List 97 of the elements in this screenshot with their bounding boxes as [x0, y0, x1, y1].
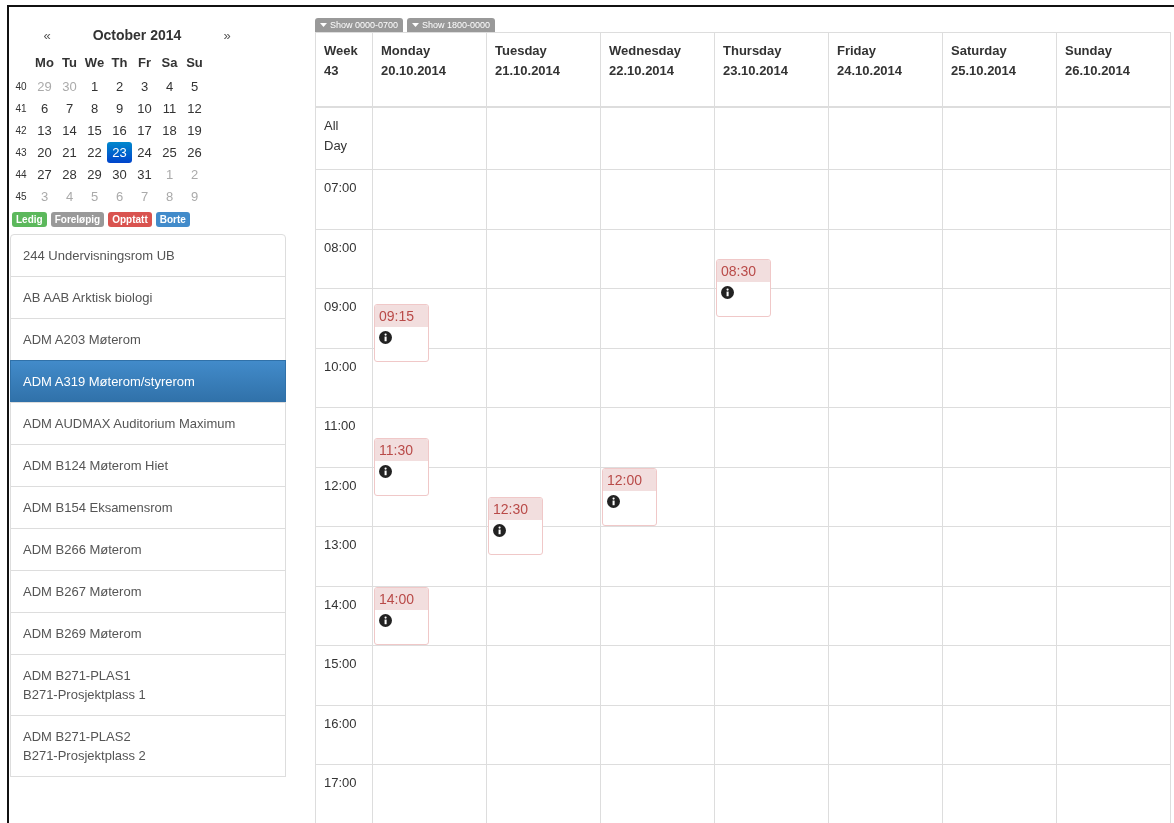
hour-label: 14:00 [316, 586, 373, 646]
info-icon[interactable] [721, 286, 734, 300]
weekday-label: Mo [34, 54, 55, 70]
caret-icon [320, 23, 327, 27]
calendar-day[interactable]: 24 [132, 141, 157, 163]
calendar-day[interactable]: 19 [182, 119, 207, 141]
calendar-day[interactable]: 12 [182, 97, 207, 119]
info-icon[interactable] [379, 613, 392, 627]
room-list-item[interactable]: 244 Undervisningsrom UB [10, 234, 286, 277]
booking-event[interactable]: 11:30 [374, 437, 429, 496]
hour-label: 13:00 [316, 527, 373, 587]
weekday-label: We [83, 54, 106, 70]
calendar-day[interactable]: 10 [132, 97, 157, 119]
room-list-item[interactable]: ADM B154 Eksamensrom [10, 486, 286, 529]
week-number: 44 [14, 168, 28, 180]
week-number: 40 [14, 80, 28, 92]
info-icon[interactable] [607, 494, 620, 508]
week-number: 41 [14, 102, 28, 114]
booking-event[interactable]: 08:30 [716, 259, 771, 318]
week-number: 45 [14, 190, 28, 202]
calendar-day[interactable]: 5 [182, 75, 207, 97]
calendar-day[interactable]: 29 [82, 163, 107, 185]
calendar-day[interactable]: 25 [157, 141, 182, 163]
booking-event[interactable]: 14:00 [374, 586, 429, 645]
hour-label: 12:00 [316, 467, 373, 527]
calendar-day[interactable]: 7 [57, 97, 82, 119]
calendar-day[interactable]: 31 [132, 163, 157, 185]
calendar-day[interactable]: 28 [57, 163, 82, 185]
calendar-day[interactable]: 1 [82, 75, 107, 97]
week-header: Week 43 [316, 33, 373, 108]
room-list-item[interactable]: AB AAB Arktisk biologi [10, 276, 286, 319]
info-icon[interactable] [379, 330, 392, 344]
calendar-day[interactable]: 9 [107, 97, 132, 119]
month-title[interactable]: October 2014 [62, 27, 212, 43]
calendar-day[interactable]: 22 [82, 141, 107, 163]
hour-label: 07:00 [316, 170, 373, 230]
calendar-day[interactable]: 16 [107, 119, 132, 141]
hour-label: 11:00 [316, 408, 373, 468]
week-number: 42 [14, 124, 28, 136]
calendar-day[interactable]: 11 [157, 97, 182, 119]
weekday-label: Th [110, 54, 129, 70]
week-number: 43 [14, 146, 28, 158]
calendar-day[interactable]: 2 [107, 75, 132, 97]
room-list-item[interactable]: ADM B124 Møterom Hiet [10, 444, 286, 487]
weekday-label: Su [185, 54, 204, 70]
weekday-label: Fr [137, 54, 152, 70]
room-list-item[interactable]: ADM AUDMAX Auditorium Maximum [10, 402, 286, 445]
day-header: Wednesday 22.10.2014 [601, 33, 715, 108]
calendar-day[interactable]: 13 [32, 119, 57, 141]
room-list-item[interactable]: ADM B266 Møterom [10, 528, 286, 571]
calendar-day[interactable]: 15 [82, 119, 107, 141]
calendar-day[interactable]: 4 [157, 75, 182, 97]
hour-label: 10:00 [316, 348, 373, 408]
calendar-day[interactable]: 23 [107, 141, 132, 163]
status-label: Foreløpig [50, 212, 105, 227]
status-label: Opptatt [108, 212, 152, 227]
previous-month-button[interactable]: « [32, 27, 62, 43]
next-month-button[interactable]: » [212, 27, 242, 43]
info-icon[interactable] [493, 524, 506, 538]
room-list-item[interactable]: ADM A203 Møterom [10, 318, 286, 361]
calendar-day[interactable]: 17 [132, 119, 157, 141]
room-list-item[interactable]: ADM A319 Møterom/styrerom [10, 360, 286, 403]
calendar-day[interactable]: 14 [57, 119, 82, 141]
day-header: Saturday 25.10.2014 [943, 33, 1057, 108]
day-header: Monday 20.10.2014 [373, 33, 487, 108]
info-icon[interactable] [379, 464, 392, 478]
status-label: Ledig [12, 212, 47, 227]
hour-label: 15:00 [316, 646, 373, 706]
calendar-day[interactable]: 3 [132, 75, 157, 97]
weekday-label: Tu [61, 54, 78, 70]
room-list-item[interactable]: ADM B271-PLAS1 B271-Prosjektplass 1 [10, 654, 286, 716]
booking-event[interactable]: 12:00 [602, 467, 657, 526]
hour-label: 08:00 [316, 229, 373, 289]
caret-icon [412, 23, 420, 27]
calendar-day[interactable]: 30 [107, 163, 132, 185]
weekday-label: Sa [160, 54, 179, 70]
day-header: Sunday 26.10.2014 [1057, 33, 1171, 108]
calendar-day[interactable]: 6 [32, 97, 57, 119]
room-list-item[interactable]: ADM B269 Møterom [10, 612, 286, 655]
room-list-item[interactable]: ADM B271-PLAS2 B271-Prosjektplass 2 [10, 715, 286, 777]
day-header: Tuesday 21.10.2014 [487, 33, 601, 108]
booking-event[interactable]: 09:15 [374, 303, 429, 362]
calendar-day[interactable]: 27 [32, 163, 57, 185]
calendar-day[interactable]: 20 [32, 141, 57, 163]
status-label: Borte [155, 212, 190, 227]
day-header: Friday 24.10.2014 [829, 33, 943, 108]
room-list-item[interactable]: ADM B267 Møterom [10, 570, 286, 613]
all-day-label: All Day [316, 108, 373, 170]
calendar-day[interactable]: 8 [82, 97, 107, 119]
day-header: Thursday 23.10.2014 [715, 33, 829, 108]
calendar-day[interactable]: 26 [182, 141, 207, 163]
calendar-day[interactable]: 21 [57, 141, 82, 163]
calendar-day[interactable]: 18 [157, 119, 182, 141]
hour-label: 09:00 [316, 289, 373, 349]
hour-label: 17:00 [316, 765, 373, 823]
booking-event[interactable]: 12:30 [488, 497, 543, 556]
hour-label: 16:00 [316, 705, 373, 765]
